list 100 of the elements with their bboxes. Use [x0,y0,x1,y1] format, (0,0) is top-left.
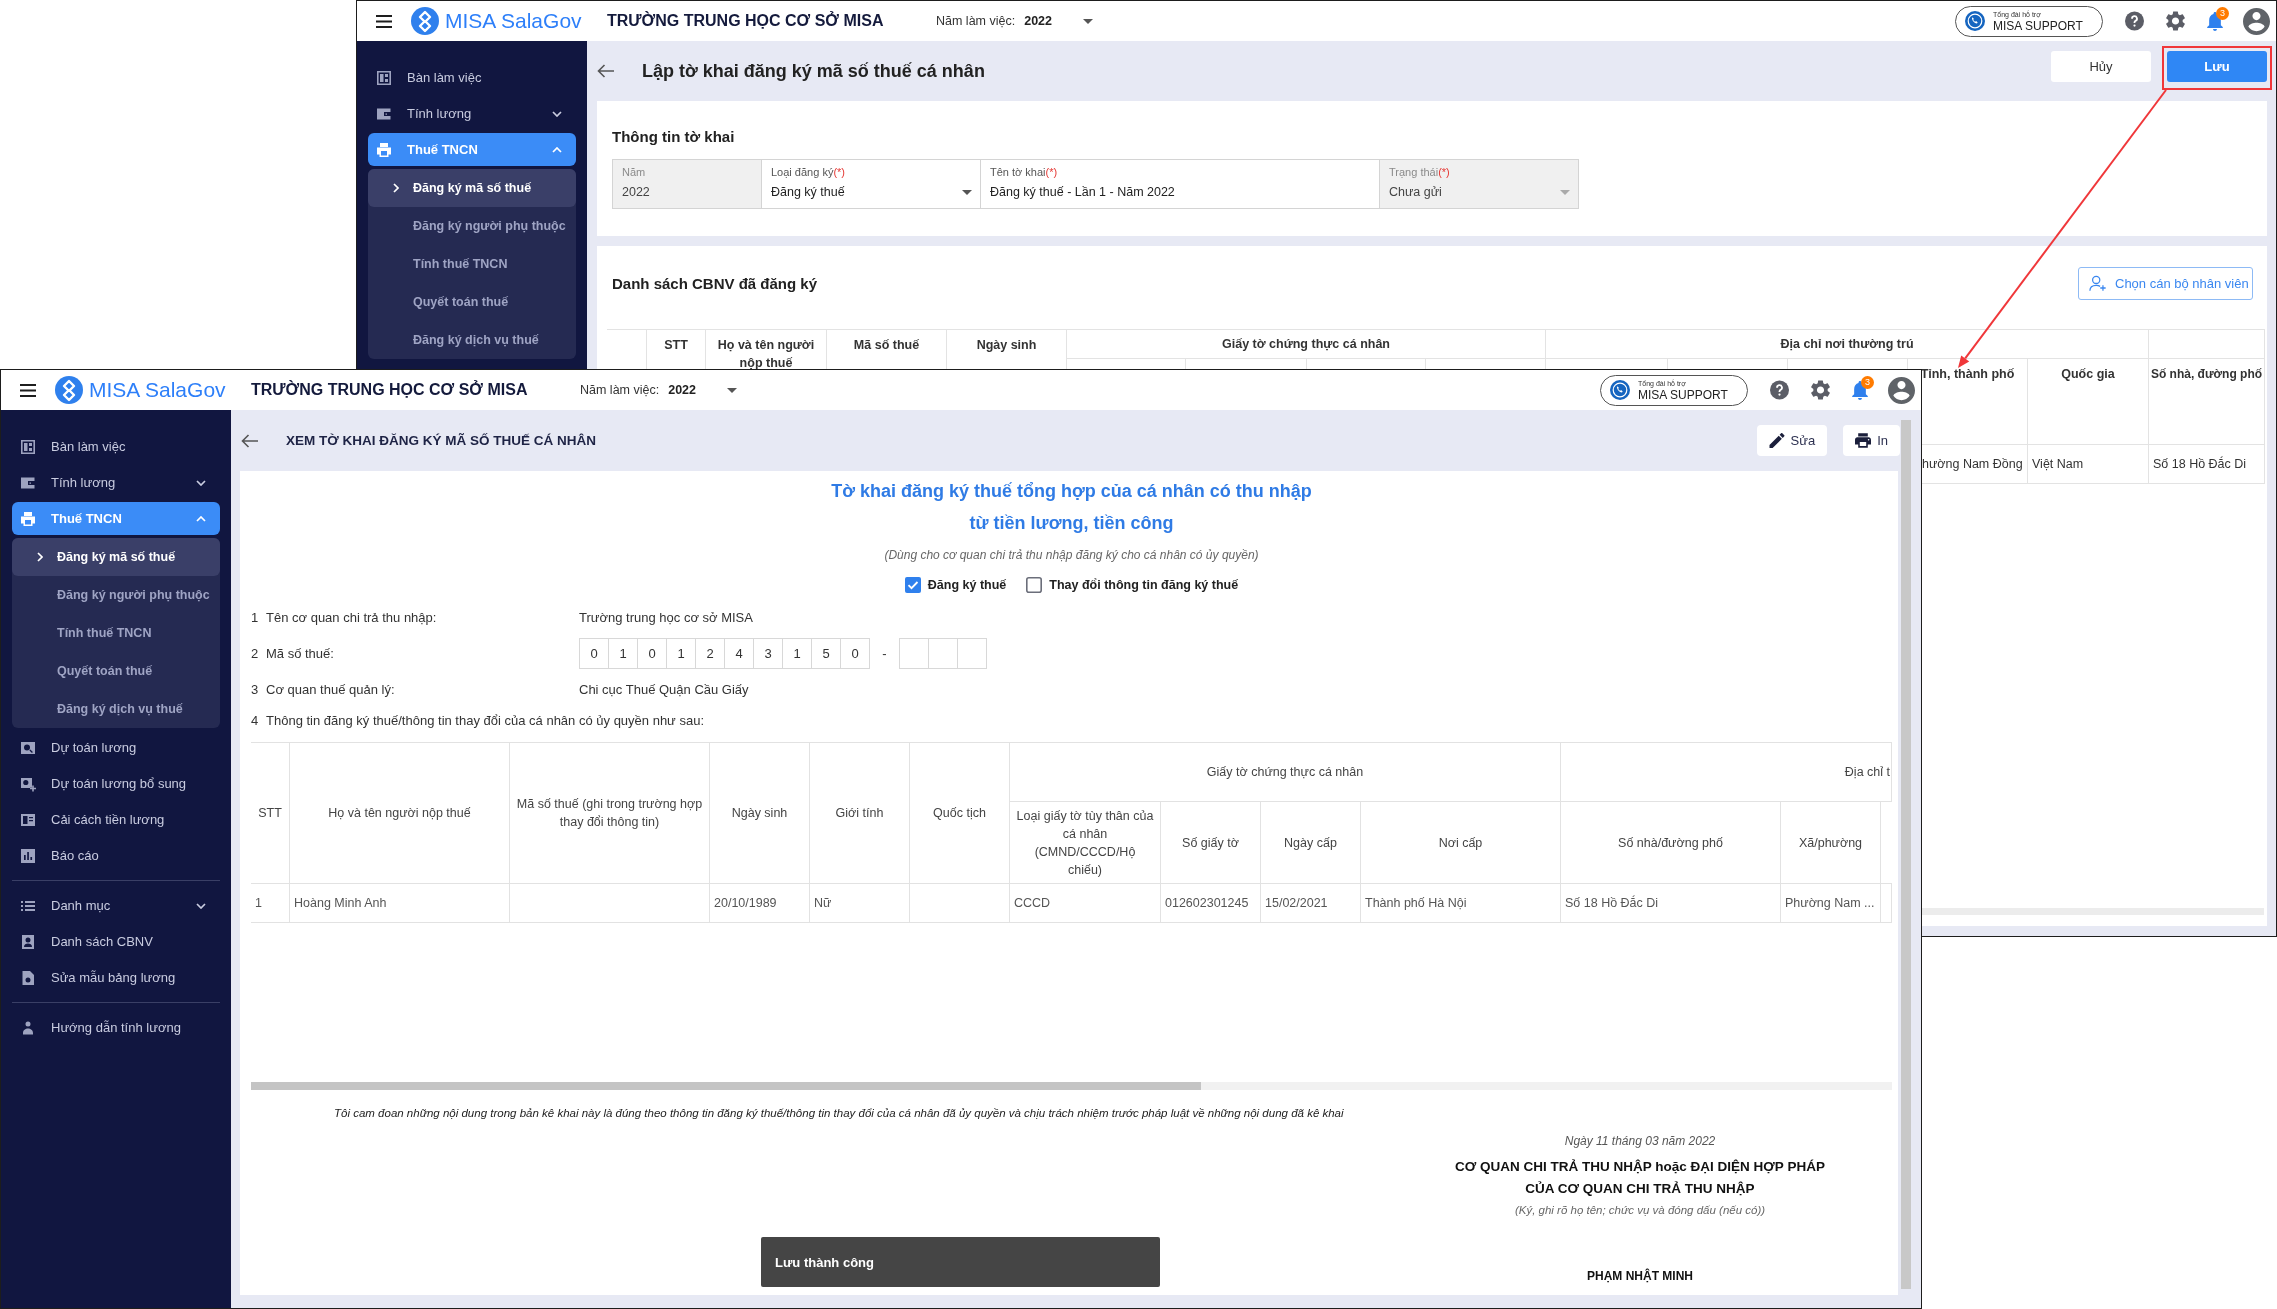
checkbox[interactable] [1026,577,1043,593]
save-button[interactable]: Lưu [2167,51,2267,82]
bar-chart-icon [20,847,36,864]
section-title: Thông tin tờ khai [612,127,736,147]
horizontal-scrollbar[interactable] [251,1082,1892,1090]
submenu-item[interactable]: Đăng ký người phụ thuộc [368,207,576,245]
vertical-scrollbar[interactable] [1901,420,1911,1289]
tax-code-digit: 0 [840,637,870,669]
submenu-item[interactable]: Đăng ký dịch vụ thuế [368,321,576,359]
column-header: STT [251,743,290,884]
app-name: MISA SalaGov [445,9,583,33]
sidebar-item[interactable]: Báo cáo [12,839,220,872]
menu-icon[interactable] [20,383,36,397]
table-cell: 15/02/2021 [1261,884,1361,923]
horizontal-scrollbar[interactable] [1922,908,2264,915]
printer-icon [20,510,36,527]
table-cell: Số 18 Hồ Đắc Di [2149,445,2265,484]
page-title: Lập tờ khai đăng ký mã số thuế cá nhân [642,60,985,82]
column-header: Quốc gia [2028,359,2149,445]
sidebar-item[interactable]: Dự toán lương [12,731,220,764]
submenu-item[interactable]: Quyết toán thuế [368,283,576,321]
table-cell: Thành phố Hà Nội [1361,884,1561,923]
help-icon[interactable] [2125,11,2144,31]
checkbox[interactable] [904,577,921,593]
back-arrow-icon[interactable] [241,433,259,448]
signature-date: Ngày 11 tháng 03 năm 2022 [1563,1133,1717,1150]
document-subtitle: (Dùng cho cơ quan chi trả thu nhập đăng ký cho cá nhân có ủy quyền) [883,547,1260,564]
caret-icon [1560,189,1570,195]
table-cell: 1 [251,884,290,923]
save-toast: Lưu thành công [761,1237,1160,1287]
column-header: Mã số thuế (ghi trong trường hợp thay đổi thông tin) [510,743,710,884]
submenu-item[interactable]: Đăng ký dịch vụ thuế [12,690,220,728]
caret-icon [962,189,972,195]
sidebar-item[interactable]: Tính lương [12,466,220,499]
printer-icon [1855,433,1872,448]
user-avatar-icon[interactable] [2243,7,2270,35]
section-title: Danh sách CBNV đã đăng ký [612,273,818,294]
document-gear-icon [20,969,36,986]
edit-button[interactable]: Sửa [1756,425,1828,456]
submenu-item[interactable]: Đăng ký mã số thuế [368,169,576,207]
dashboard-icon [20,438,36,455]
submenu-item[interactable]: Quyết toán thuế [12,652,220,690]
submenu-item[interactable]: Tính thuế TNCN [12,614,220,652]
tax-code-digit: 1 [608,637,638,669]
submenu-item[interactable]: Đăng ký mã số thuế [12,538,220,576]
sidebar-item[interactable]: Hướng dẫn tính lương [12,1011,220,1044]
chevron-right-icon [37,552,43,562]
logo-icon [411,7,439,35]
settings-icon[interactable] [2166,11,2185,31]
sidebar-item[interactable]: Danh sách CBNV [12,925,220,958]
print-button[interactable]: In [1843,425,1900,456]
column-group-header: Địa chỉ t [1561,743,1892,802]
tax-code-digit: 0 [579,637,609,669]
column-header: Giới tính [810,743,910,884]
settings-icon[interactable] [1811,380,1830,400]
column-header: Loại giấy tờ tùy thân của cá nhân (CMND/CCCD/Hộ chiếu) [1010,802,1161,884]
tax-code-digit: 1 [782,637,812,669]
menu-icon[interactable] [376,14,392,28]
sidebar-item[interactable]: Sửa mẫu bảng lương [12,961,220,994]
submenu-item[interactable]: Đăng ký người phụ thuộc [12,576,220,614]
table-cell: Số 18 Hồ Đắc Di [1561,884,1781,923]
back-arrow-icon[interactable] [597,64,615,78]
dropdown-field[interactable]: Loại đăng ký(*) Đăng ký thuế [761,159,981,209]
separator-dash: - [881,645,888,661]
sidebar-item[interactable]: Dự toán lương bổ sung [12,767,220,800]
item-number: 4 [251,712,260,728]
help-icon[interactable] [1770,380,1789,400]
item-label: Tên cơ quan chi trả thu nhập: [266,609,438,625]
caret-icon [1083,18,1093,24]
magnifier-card-icon [20,739,36,756]
text-field[interactable]: Tên tờ khai(*) Đăng ký thuế - Lần 1 - Năm 2022 [980,159,1380,209]
document-title: Tờ khai đăng ký thuế tổng hợp của cá nhân có thu nhập từ tiền lương, tiền công [830,480,1313,535]
tax-code-digit: 1 [666,637,696,669]
year-dropdown[interactable]: 2022 [1024,14,1093,28]
user-avatar-icon[interactable] [1888,376,1915,404]
table-cell [1881,884,1892,923]
column-header: Họ và tên người nộp thuế [290,743,510,884]
person-icon [20,1019,36,1036]
scrollbar-thumb[interactable] [251,1082,1201,1090]
checkbox-label: Đăng ký thuế [927,578,1007,592]
select-staff-button[interactable]: Chọn cán bộ nhân viên [2078,267,2253,300]
phone-icon [1965,11,1985,31]
column-header: Xã/phường [1781,802,1881,884]
column-group-header: Giấy tờ chứng thực cá nhân [1067,330,1546,359]
item-number: 1 [251,609,260,625]
sidebar-item[interactable]: Cải cách tiền lương [12,803,220,836]
sidebar-item[interactable]: Bàn làm việc [368,61,576,94]
empty-digit-field [957,637,987,669]
sidebar-item[interactable]: Tính lương [368,97,576,130]
item-number: 3 [251,681,260,697]
submenu-item[interactable]: Tính thuế TNCN [368,245,576,283]
logo-icon [55,376,83,404]
sidebar-item[interactable]: Bàn làm việc [12,430,220,463]
column-header: Số giấy tờ [1161,802,1261,884]
table-cell: Việt Nam [2028,445,2149,484]
cancel-button[interactable]: Hủy [2051,51,2151,82]
printer-icon [376,141,392,158]
signatory-name: PHẠM NHẬT MINH [1586,1267,1694,1285]
sidebar-item[interactable]: Danh mục [12,889,220,922]
tax-code-digit: 3 [753,637,783,669]
